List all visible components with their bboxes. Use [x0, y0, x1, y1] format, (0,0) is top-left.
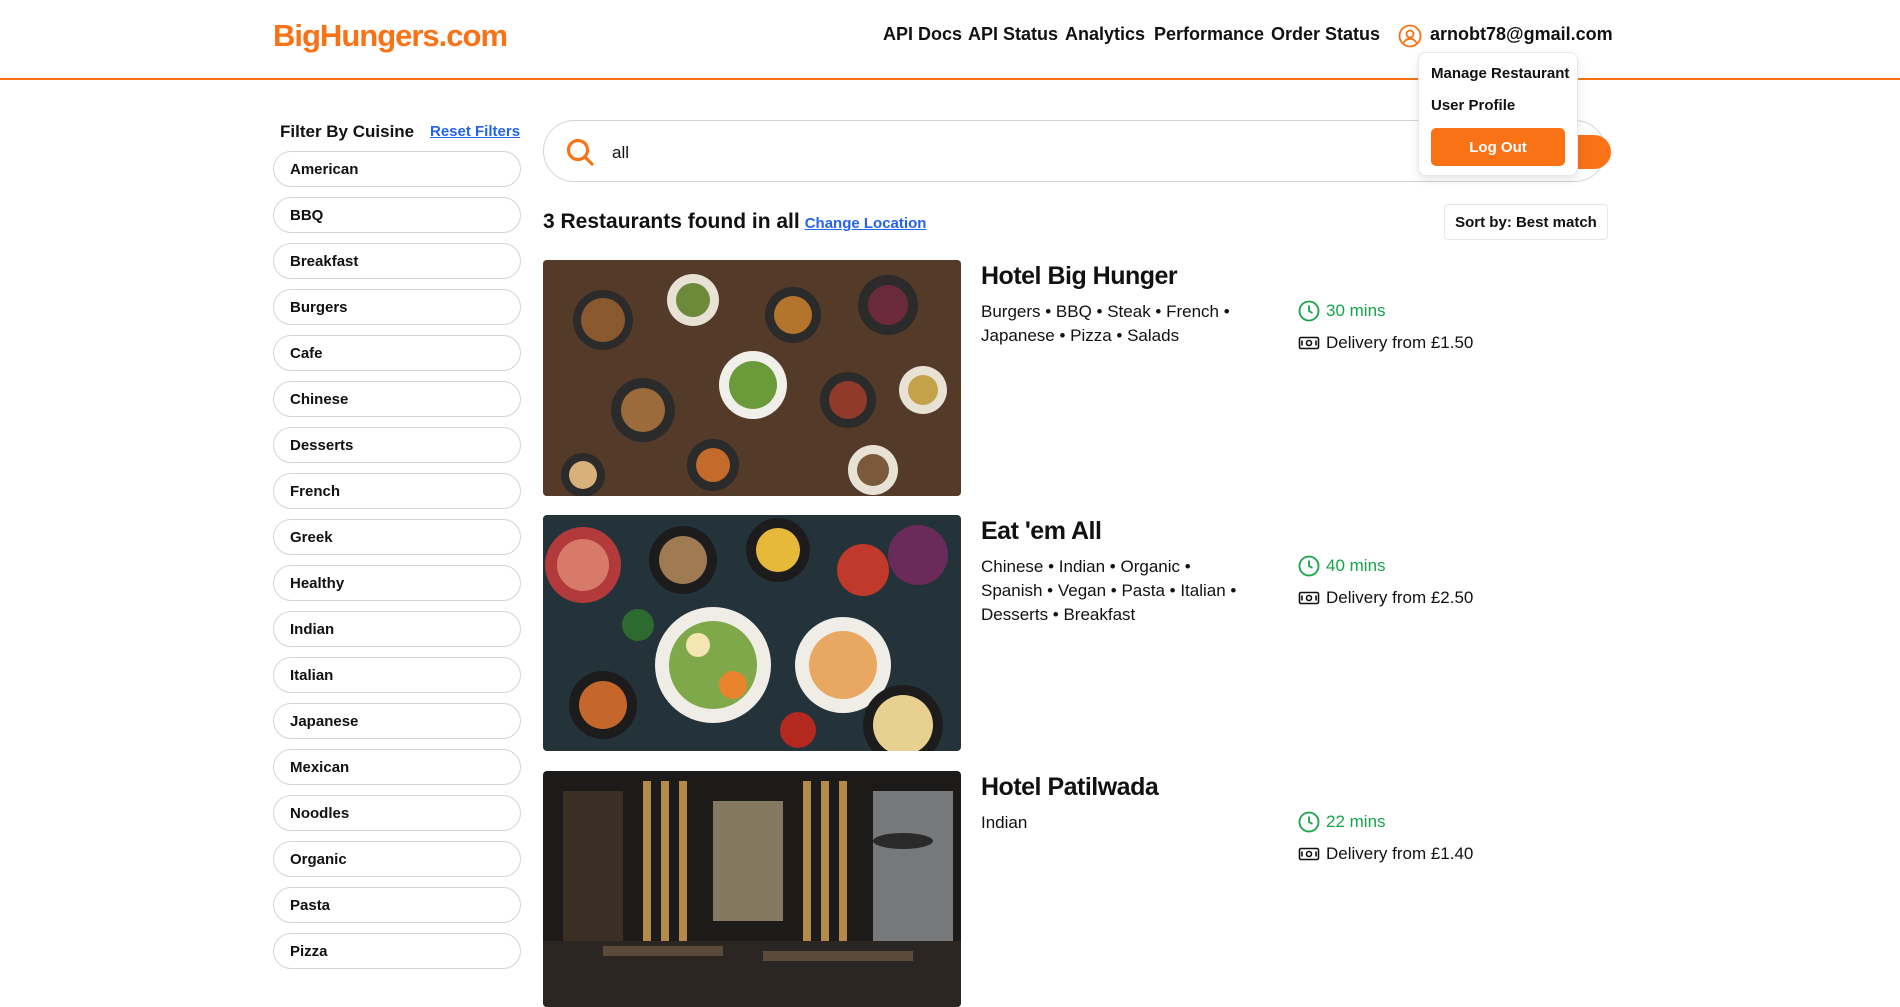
delivery-time: 40 mins: [1298, 555, 1386, 577]
cuisines-line: Burgers • BBQ • Steak • French •: [981, 302, 1230, 321]
cuisine-filter-pasta[interactable]: Pasta: [273, 887, 521, 923]
banknote-icon: [1298, 847, 1320, 861]
delivery-fee: Delivery from £1.50: [1298, 332, 1473, 354]
cuisine-filter-pizza[interactable]: Pizza: [273, 933, 521, 969]
restaurant-cuisines: Burgers • BBQ • Steak • French • Japanes…: [981, 300, 1281, 348]
restaurant-cuisines: Chinese • Indian • Organic • Spanish • V…: [981, 555, 1281, 627]
user-circle-icon[interactable]: [1398, 24, 1422, 48]
cuisine-filter-bbq[interactable]: BBQ: [273, 197, 521, 233]
delivery-fee-text: Delivery from £2.50: [1326, 588, 1474, 607]
restaurant-name[interactable]: Hotel Big Hunger: [981, 262, 1178, 291]
search-submit-button[interactable]: [1575, 135, 1611, 169]
cuisine-filter-indian[interactable]: Indian: [273, 611, 521, 647]
cuisine-filter-organic[interactable]: Organic: [273, 841, 521, 877]
delivery-fee: Delivery from £1.40: [1298, 843, 1473, 865]
nav-api-status[interactable]: API Status: [968, 24, 1058, 45]
cuisine-filter-mexican[interactable]: Mexican: [273, 749, 521, 785]
cuisine-filter-desserts[interactable]: Desserts: [273, 427, 521, 463]
delivery-time: 22 mins: [1298, 811, 1386, 833]
cuisine-filter-burgers[interactable]: Burgers: [273, 289, 521, 325]
nav-api-docs[interactable]: API Docs: [883, 24, 962, 45]
nav-order-status[interactable]: Order Status: [1271, 24, 1380, 45]
cuisine-filter-healthy[interactable]: Healthy: [273, 565, 521, 601]
user-profile-link[interactable]: User Profile: [1431, 97, 1515, 114]
nav-analytics[interactable]: Analytics: [1065, 24, 1145, 45]
restaurant-card[interactable]: Hotel Patilwada Indian 22 mins Delivery …: [543, 771, 1608, 1007]
cuisines-line: Indian: [981, 813, 1028, 832]
search-input[interactable]: [610, 135, 1514, 171]
delivery-time: 30 mins: [1298, 300, 1386, 322]
cuisine-filter-japanese[interactable]: Japanese: [273, 703, 521, 739]
banknote-icon: [1298, 591, 1320, 605]
cuisine-filter-italian[interactable]: Italian: [273, 657, 521, 693]
change-location-link[interactable]: Change Location: [805, 215, 927, 232]
top-navigation-bar: BigHungers.com API Docs API Status Analy…: [0, 0, 1900, 80]
delivery-time-text: 40 mins: [1326, 556, 1386, 575]
user-dropdown-menu: Manage Restaurant User Profile Log Out: [1418, 52, 1578, 176]
site-logo[interactable]: BigHungers.com: [273, 18, 508, 54]
restaurant-card[interactable]: Eat 'em All Chinese • Indian • Organic •…: [543, 515, 1608, 751]
user-email-menu-trigger[interactable]: arnobt78@gmail.com: [1430, 24, 1613, 45]
delivery-time-text: 22 mins: [1326, 812, 1386, 831]
filter-title: Filter By Cuisine: [280, 122, 415, 141]
restaurant-image: [543, 515, 961, 751]
manage-restaurant-link[interactable]: Manage Restaurant: [1431, 65, 1569, 82]
banknote-icon: [1298, 336, 1320, 350]
cuisine-filter-chinese[interactable]: Chinese: [273, 381, 521, 417]
results-count: 3 Restaurants found in all Change Locatio…: [543, 210, 926, 234]
logout-button[interactable]: Log Out: [1431, 128, 1565, 166]
reset-filters-link[interactable]: Reset Filters: [430, 123, 520, 140]
clock-icon: [1298, 555, 1320, 577]
restaurant-image: [543, 260, 961, 496]
restaurant-cuisines: Indian: [981, 811, 1281, 835]
cuisines-line: Spanish • Vegan • Pasta • Italian •: [981, 581, 1237, 600]
delivery-fee-text: Delivery from £1.40: [1326, 844, 1474, 863]
delivery-time-text: 30 mins: [1326, 301, 1386, 320]
sort-dropdown[interactable]: Sort by: Best match: [1444, 204, 1608, 240]
restaurant-name[interactable]: Eat 'em All: [981, 517, 1102, 546]
delivery-fee: Delivery from £2.50: [1298, 587, 1473, 609]
cuisine-filter-american[interactable]: American: [273, 151, 521, 187]
cuisine-filter-cafe[interactable]: Cafe: [273, 335, 521, 371]
cuisines-line: Desserts • Breakfast: [981, 605, 1136, 624]
nav-performance[interactable]: Performance: [1154, 24, 1264, 45]
cuisine-filter-noodles[interactable]: Noodles: [273, 795, 521, 831]
restaurant-image: [543, 771, 961, 1007]
cuisine-filter-greek[interactable]: Greek: [273, 519, 521, 555]
cuisines-line: Japanese • Pizza • Salads: [981, 326, 1180, 345]
cuisine-filter-breakfast[interactable]: Breakfast: [273, 243, 521, 279]
results-count-text: 3 Restaurants found in all: [543, 210, 800, 233]
restaurant-name[interactable]: Hotel Patilwada: [981, 773, 1159, 802]
clock-icon: [1298, 811, 1320, 833]
cuisines-line: Chinese • Indian • Organic •: [981, 557, 1191, 576]
delivery-fee-text: Delivery from £1.50: [1326, 333, 1474, 352]
search-icon: [566, 138, 594, 166]
cuisine-filter-french[interactable]: French: [273, 473, 521, 509]
restaurant-card[interactable]: Hotel Big Hunger Burgers • BBQ • Steak •…: [543, 260, 1608, 496]
clock-icon: [1298, 300, 1320, 322]
